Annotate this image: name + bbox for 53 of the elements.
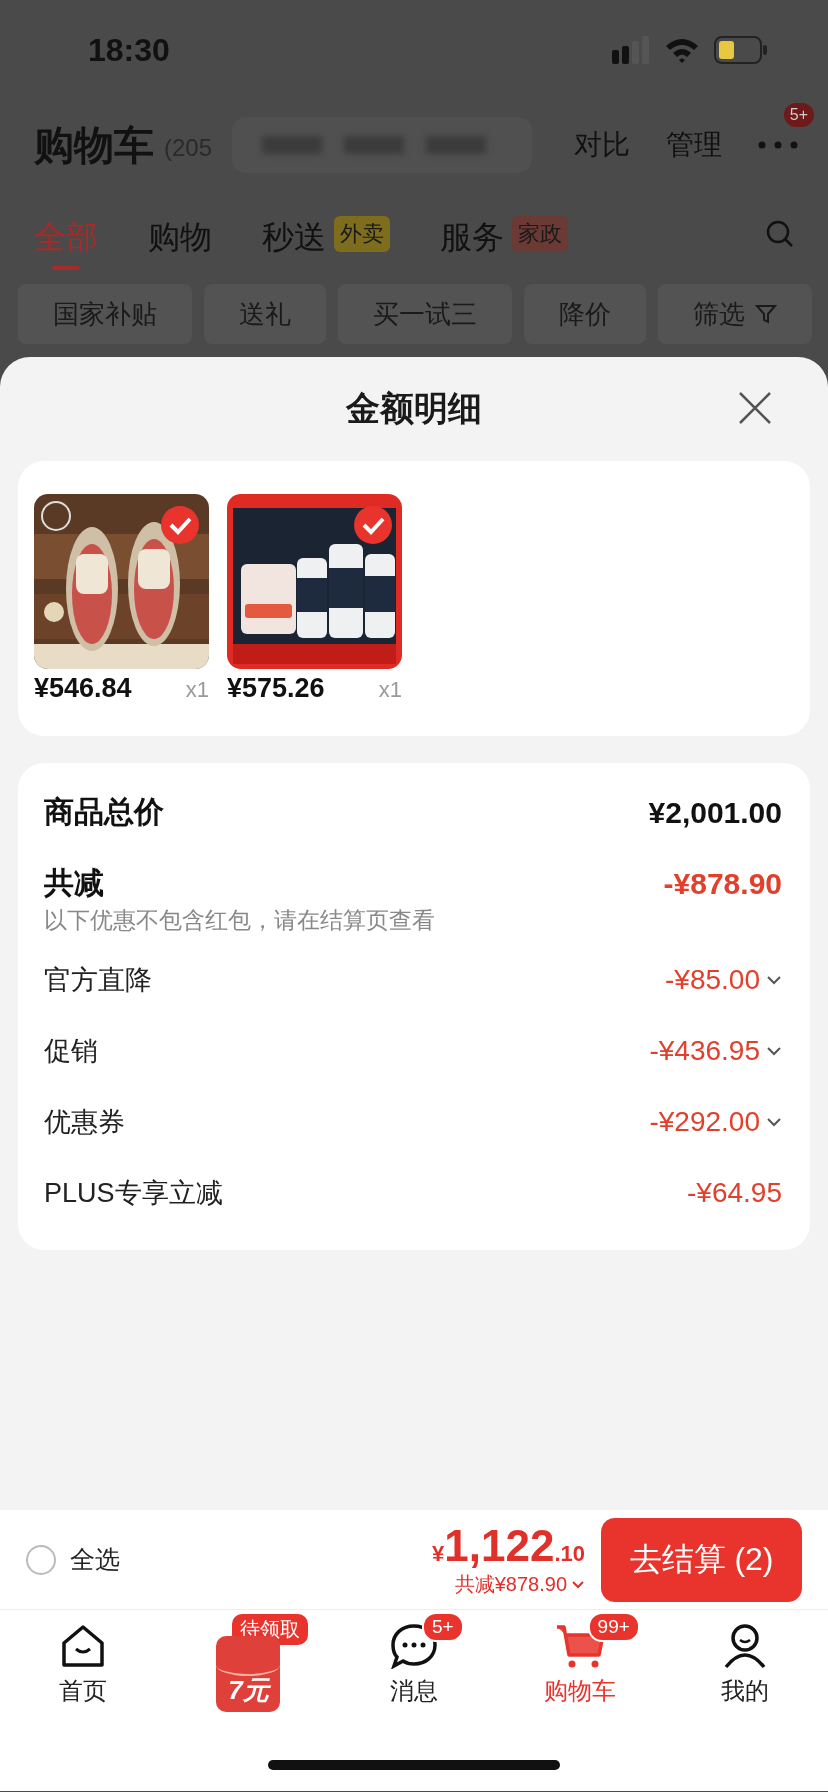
battery-icon (714, 36, 768, 64)
tag-badge: 外卖 (334, 216, 390, 252)
category-tab[interactable]: 秒送 (262, 198, 326, 270)
category-tab[interactable]: 服务 (440, 198, 504, 270)
close-icon[interactable] (738, 391, 772, 425)
chevron-down-icon[interactable] (766, 1045, 782, 1056)
discount-label: PLUS专享立减 (44, 1176, 223, 1210)
filter-button[interactable]: 筛选 (658, 284, 812, 344)
category-tab[interactable]: 购物 (148, 198, 212, 270)
filter-chip[interactable]: 送礼 (204, 284, 326, 344)
chevron-down-icon[interactable] (766, 974, 782, 985)
check-icon[interactable] (354, 506, 392, 544)
select-all-checkbox[interactable]: 全选 (26, 1543, 120, 1576)
summary-label: 共减 (44, 865, 104, 901)
home-icon[interactable] (59, 1623, 106, 1669)
product-quantity: x1 (378, 677, 402, 703)
discount-amount: -¥436.95 (649, 1034, 760, 1067)
discount-amount: -¥878.90 (663, 866, 782, 901)
filter-chip[interactable]: 国家补贴 (18, 284, 192, 344)
discount-amount: -¥292.00 (649, 1105, 760, 1138)
chevron-down-icon[interactable] (571, 1580, 585, 1589)
filter-chip[interactable]: 降价 (524, 284, 646, 344)
status-time: 18:30 (88, 31, 170, 69)
chevron-down-icon[interactable] (766, 1116, 782, 1127)
signal-icon (612, 36, 650, 64)
nav-tab[interactable]: 购物车 99+ (496, 1610, 663, 1720)
wifi-icon (664, 36, 700, 64)
category-tab[interactable]: 全部 (34, 198, 98, 270)
nav-tab[interactable]: 我的 (662, 1610, 828, 1720)
tag-badge: 家政 (512, 216, 568, 252)
header-link[interactable]: 对比 (574, 126, 630, 164)
summary-amount: ¥2,001.00 (648, 795, 782, 830)
sheet-title: 金额明细 (346, 388, 482, 429)
summary-label: 商品总价 (44, 794, 164, 830)
notification-badge: 5+ (783, 103, 814, 127)
check-icon[interactable] (161, 506, 199, 544)
total-price: ¥1,122.10 (432, 1521, 585, 1571)
page-title: 购物车 (34, 121, 154, 169)
discount-label: 优惠券 (44, 1105, 125, 1139)
discount-label: 官方直降 (44, 963, 152, 997)
product-price: ¥546.84 (34, 673, 132, 704)
product-quantity: x1 (185, 677, 209, 703)
product-price: ¥575.26 (227, 673, 325, 704)
discount-label: 促销 (44, 1034, 98, 1068)
nav-tab[interactable]: 消息 5+ (331, 1610, 497, 1720)
filter-chip[interactable]: 买一试三 (338, 284, 512, 344)
discount-amount: -¥85.00 (665, 963, 760, 996)
discount-summary[interactable]: 共减¥878.90 (454, 1571, 567, 1598)
header-link[interactable]: 管理 (666, 126, 722, 164)
discount-amount: -¥64.95 (687, 1176, 782, 1209)
nav-tab[interactable]: 首页 (0, 1610, 166, 1720)
checkout-button[interactable]: 去结算 (2) (601, 1517, 802, 1602)
discount-note: 以下优惠不包含红包，请在结算页查看 (44, 906, 436, 935)
